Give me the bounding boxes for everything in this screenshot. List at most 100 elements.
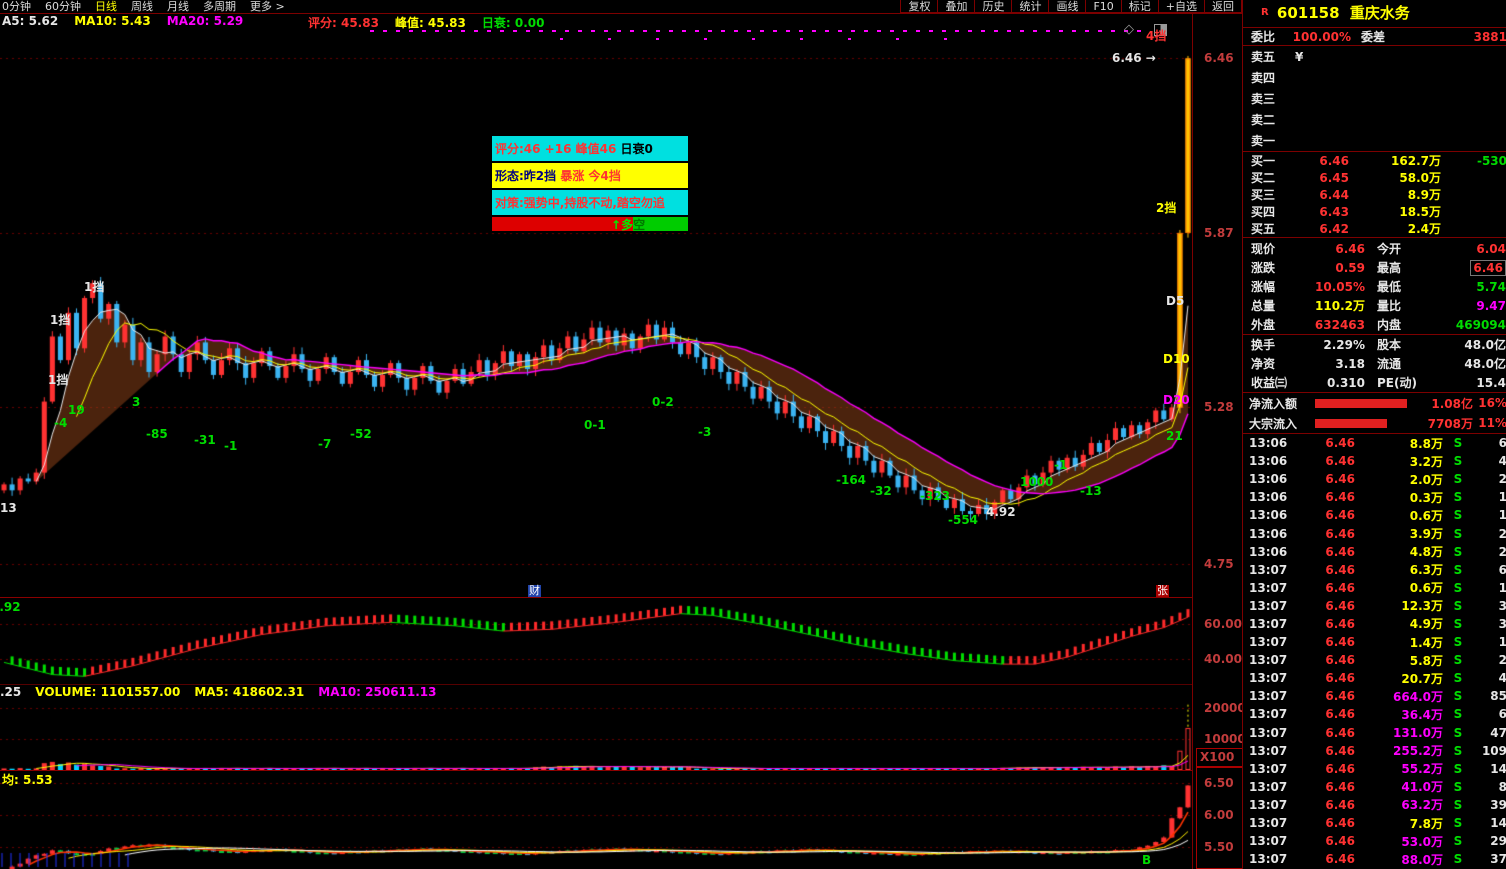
quote-label: 涨跌 bbox=[1251, 261, 1276, 275]
volume-label: MA5: 418602.31 bbox=[194, 685, 305, 699]
tick-side: S bbox=[1453, 852, 1463, 867]
ma-values-row: A5: 5.62 MA10: 5.43 MA20: 5.29 bbox=[2, 14, 259, 28]
tick-row[interactable]: 13:07 6.46 88.0万 S 37 bbox=[1243, 850, 1506, 868]
tick-row[interactable]: 13:07 6.46 1.4万 S1 bbox=[1243, 633, 1506, 651]
tick-row[interactable]: 13:06 6.46 0.3万 S1 bbox=[1243, 488, 1506, 506]
main-candlestick-canvas[interactable] bbox=[0, 14, 1192, 585]
tick-price: 6.46 bbox=[1325, 689, 1355, 704]
tick-count: 6 bbox=[1473, 563, 1506, 577]
oscillator-canvas[interactable] bbox=[0, 598, 1192, 685]
tick-price: 6.46 bbox=[1325, 797, 1355, 812]
tick-time: 13:06 bbox=[1249, 454, 1288, 469]
tick-side: S bbox=[1453, 725, 1463, 740]
quote-label: 现价 bbox=[1251, 242, 1276, 256]
tick-count: 39 bbox=[1490, 797, 1506, 812]
tick-volume: 3.9万 bbox=[1409, 527, 1443, 542]
tick-price: 6.46 bbox=[1325, 580, 1355, 595]
tick-row[interactable]: 13:07 6.46 55.2万 S 14 bbox=[1243, 760, 1506, 778]
buy-level-label: 买一 bbox=[1251, 154, 1276, 168]
flow-percent: 16% bbox=[1478, 396, 1506, 410]
tick-side: S bbox=[1453, 816, 1463, 831]
tick-row[interactable]: 13:06 6.46 3.2万 S4 bbox=[1243, 452, 1506, 470]
tick-row[interactable]: 13:07 6.46 53.0万 S 29 bbox=[1243, 832, 1506, 850]
flow-row: 净流入额 1.08亿 16% bbox=[1243, 393, 1506, 413]
stock-code: 601158 bbox=[1276, 4, 1340, 22]
chart-area: A5: 5.62 MA10: 5.43 MA20: 5.29 评分: 45.83 峰值… bbox=[0, 0, 1247, 869]
tick-row[interactable]: 13:06 6.46 8.8万 S6 bbox=[1243, 434, 1506, 452]
finance-tag-button[interactable]: 财 bbox=[528, 585, 541, 597]
indicator-label: 峰值: 45.83 bbox=[394, 16, 466, 30]
tick-row[interactable]: 13:07 6.46 7.8万 S 14 bbox=[1243, 814, 1506, 832]
sell-level-label: 卖一 bbox=[1251, 134, 1276, 148]
weibi-row: 委比 100.00% 委差 3881 bbox=[1243, 27, 1506, 46]
diamond-marker-icon[interactable]: ◇ bbox=[1124, 22, 1134, 37]
quote-value: 6.04 bbox=[1476, 241, 1506, 256]
tick-time: 13:07 bbox=[1249, 562, 1288, 577]
zhang-tag-button[interactable]: 张 bbox=[1156, 585, 1169, 597]
tick-volume: 53.0万 bbox=[1401, 834, 1443, 849]
tick-row[interactable]: 13:07 6.46 36.4万 S6 bbox=[1243, 705, 1506, 723]
tick-count: 2 bbox=[1473, 545, 1506, 559]
tick-side: S bbox=[1453, 779, 1463, 794]
tick-price: 6.46 bbox=[1325, 779, 1355, 794]
buy-row[interactable]: 买三 6.44 8.9万 bbox=[1243, 186, 1506, 203]
tick-count: 4 bbox=[1473, 671, 1506, 685]
tick-row[interactable]: 13:06 6.46 2.0万 S2 bbox=[1243, 470, 1506, 488]
tick-price: 6.46 bbox=[1325, 761, 1355, 776]
tick-row[interactable]: 13:07 6.46 255.2万 S 109 bbox=[1243, 742, 1506, 760]
tick-row[interactable]: 13:07 6.46 41.0万 S8 bbox=[1243, 778, 1506, 796]
tick-row[interactable]: 13:06 6.46 3.9万 S2 bbox=[1243, 524, 1506, 542]
tick-list: 13:066.468.8万S613:066.463.2万S413:066.462… bbox=[1243, 433, 1506, 868]
flow-label: 大宗流入 bbox=[1249, 416, 1298, 431]
tick-row[interactable]: 13:07 6.46 664.0万 S 85 bbox=[1243, 687, 1506, 705]
tick-time: 13:06 bbox=[1249, 490, 1288, 505]
tick-price: 6.46 bbox=[1325, 454, 1355, 469]
buy-price: 6.43 bbox=[1319, 204, 1349, 219]
buy-queue: 买一 6.46 162.7万 -530 买二 6.45 58.0万 买三 6.44 8.9万 买四 6… bbox=[1243, 151, 1506, 237]
buy-row[interactable]: 买五 6.42 2.4万 bbox=[1243, 220, 1506, 237]
bottom-mini-canvas[interactable] bbox=[0, 772, 1192, 869]
tooltip-row-2: 对策:强势中,持股不动,踏空勿追 bbox=[492, 190, 688, 217]
tick-side: S bbox=[1453, 544, 1463, 559]
chart-annotation: D20 bbox=[1163, 393, 1190, 407]
volume-canvas[interactable] bbox=[0, 700, 1192, 770]
tooltip-row-0: 评分:46 +16 峰值46 日衰0 bbox=[492, 136, 688, 163]
tick-side: S bbox=[1453, 743, 1463, 758]
chart-annotation: 4挡 bbox=[1146, 29, 1167, 43]
tick-row[interactable]: 13:07 6.46 12.3万 S3 bbox=[1243, 597, 1506, 615]
quote-value: 6.46 bbox=[1429, 259, 1506, 276]
quote-value: 632463 bbox=[1314, 317, 1365, 332]
tick-time: 13:07 bbox=[1249, 743, 1288, 758]
indicator-label: 日衰: 0.00 bbox=[481, 16, 545, 30]
tick-count: 2 bbox=[1473, 527, 1506, 541]
tick-row[interactable]: 13:07 6.46 5.8万 S2 bbox=[1243, 651, 1506, 669]
buy-row[interactable]: 买四 6.43 18.5万 bbox=[1243, 203, 1506, 220]
quote-label: 今开 bbox=[1377, 242, 1402, 256]
tick-side: S bbox=[1453, 689, 1463, 704]
quote-value-boxed: 6.46 bbox=[1470, 259, 1506, 276]
quote-value: 0.310 bbox=[1327, 375, 1365, 390]
tick-row[interactable]: 13:07 6.46 131.0万 S 47 bbox=[1243, 724, 1506, 742]
buy-row[interactable]: 买一 6.46 162.7万 -530 bbox=[1243, 152, 1506, 169]
sell-level-label: 卖四 bbox=[1251, 71, 1276, 85]
buy-level-label: 买三 bbox=[1251, 188, 1276, 202]
corner-box bbox=[1196, 767, 1243, 869]
tick-row[interactable]: 13:06 6.46 4.8万 S2 bbox=[1243, 543, 1506, 561]
volume-label: MA10: 250611.13 bbox=[318, 685, 437, 699]
tick-row[interactable]: 13:07 6.46 20.7万 S4 bbox=[1243, 669, 1506, 687]
quote-label: 股本 bbox=[1377, 338, 1402, 352]
tick-count: 37 bbox=[1490, 852, 1506, 867]
tick-side: S bbox=[1453, 707, 1463, 722]
tooltip-text: 暴涨 今4挡 bbox=[556, 169, 621, 183]
tick-side: S bbox=[1453, 761, 1463, 776]
tick-price: 6.46 bbox=[1325, 743, 1355, 758]
tick-row[interactable]: 13:07 6.46 63.2万 S 39 bbox=[1243, 796, 1506, 814]
buy-row[interactable]: 买二 6.45 58.0万 bbox=[1243, 169, 1506, 186]
tick-row[interactable]: 13:07 6.46 4.9万 S3 bbox=[1243, 615, 1506, 633]
stock-header[interactable]: R 601158 重庆水务 bbox=[1243, 0, 1506, 27]
quote-label: 收益㈢ bbox=[1251, 376, 1288, 390]
tick-row[interactable]: 13:07 6.46 0.6万 S1 bbox=[1243, 579, 1506, 597]
tick-row[interactable]: 13:06 6.46 0.6万 S1 bbox=[1243, 506, 1506, 524]
sell-queue: 卖五 ¥ 卖四 卖三 卖二 卖一 bbox=[1243, 46, 1506, 151]
tick-row[interactable]: 13:07 6.46 6.3万 S6 bbox=[1243, 561, 1506, 579]
